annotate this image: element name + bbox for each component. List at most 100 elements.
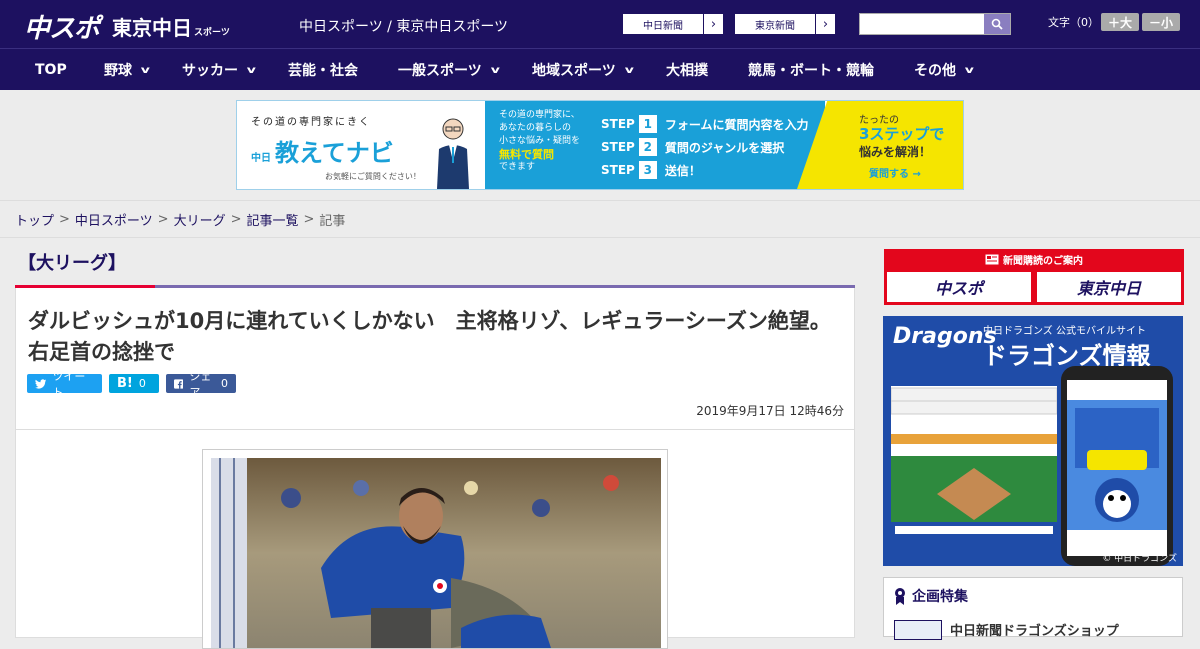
dragons-mobile-banner[interactable]: Dragons 中日ドラゴンズ 公式モバイルサイト ドラゴンズ情報 © 中日ドラ… <box>883 316 1183 566</box>
chevron-down-icon: v <box>490 64 500 76</box>
advisor-illustration-icon <box>437 118 469 189</box>
oshiete-navi-banner[interactable]: その道の専門家にきく 中日 教えてナビ お気軽にご質問ください！ その道の専門家に… <box>236 100 964 190</box>
nav-item-entertainment[interactable]: 芸能・社会 <box>288 49 358 91</box>
baseball-trainer-photo <box>211 458 661 648</box>
step-word: STEP <box>601 163 635 177</box>
ad-mid-highlight: 無料で質問 <box>499 148 554 161</box>
top-bar: 中スポ 東京中日 スポーツ 中日スポーツ / 東京中日スポーツ 中日新聞 › 東京… <box>0 0 1200 48</box>
nav-item-local-sports[interactable]: 地域スポーツ v <box>532 49 634 91</box>
banner-area: その道の専門家にきく 中日 教えてナビ お気軽にご質問ください！ その道の専門家に… <box>0 90 1200 200</box>
search-icon <box>991 18 1003 30</box>
chevron-right-icon: › <box>703 14 723 34</box>
phone-illustration <box>1061 366 1173 566</box>
breadcrumb-separator: > <box>59 211 70 227</box>
chevron-down-icon: v <box>624 64 634 76</box>
tweet-label: ツイート <box>52 369 86 399</box>
ad-note: お気軽にご質問ください！ <box>325 172 421 181</box>
share-buttons: ツイート B! 0 シェア 0 <box>27 370 236 399</box>
search-input[interactable] <box>860 14 984 34</box>
ad-step: STEP 2 質問のジャンルを選択 <box>601 138 784 156</box>
nav-label: 大相撲 <box>666 63 708 79</box>
ad-brand: 中日 教えてナビ <box>251 133 394 168</box>
subscription-banner[interactable]: 新聞購読のご案内 中スポ 東京中日 <box>884 249 1184 305</box>
nav-item-other[interactable]: その他 v <box>914 49 974 91</box>
nav-label: その他 <box>914 63 956 79</box>
ad-right-line: 悩みを解消！ <box>859 145 932 159</box>
nav-item-sumo[interactable]: 大相撲 <box>666 49 708 91</box>
breadcrumb-link-chunichi-sports[interactable]: 中日スポーツ <box>75 210 153 229</box>
font-size-decrease-button[interactable]: －小 <box>1142 13 1180 31</box>
hatena-count: 0 <box>138 377 146 390</box>
subscribe-chuspo-button[interactable]: 中スポ <box>887 272 1031 302</box>
ad-right-line: 3ステップで <box>859 125 945 143</box>
step-label: 質問のジャンルを選択 <box>664 140 785 155</box>
ad-mid-line: できます <box>499 162 536 172</box>
ad-mid-line: 小さな悩み・疑問を <box>499 136 581 146</box>
facebook-icon <box>174 378 184 389</box>
step-word: STEP <box>601 140 635 154</box>
special-feature-title: 企画特集 <box>894 586 968 606</box>
ad-brand-prefix: 中日 <box>251 153 271 164</box>
chunichi-shimbun-link[interactable]: 中日新聞 › <box>622 13 724 35</box>
special-feature-title-text: 企画特集 <box>912 589 968 605</box>
twitter-bird-icon <box>35 378 47 389</box>
feature-thumbnail[interactable] <box>894 620 942 640</box>
subscription-title-text: 新聞購読のご案内 <box>1003 255 1083 267</box>
facebook-count: 0 <box>221 377 228 390</box>
paper-link-label: 中日新聞 <box>643 20 683 32</box>
step-number: 1 <box>638 115 657 133</box>
site-name: 中日スポーツ / 東京中日スポーツ <box>299 19 509 35</box>
chevron-down-icon: v <box>964 64 974 76</box>
ad-step: STEP 1 フォームに質問内容を入力 <box>601 115 808 133</box>
ad-tagline: その道の専門家にきく <box>251 117 371 128</box>
hatena-bookmark-button[interactable]: B! 0 <box>109 374 159 393</box>
ad-cta[interactable]: 質問する → <box>869 165 921 180</box>
article-headline: ダルビッシュが10月に連れていくしかない 主将格リゾ、レギュラーシーズン絶望。右… <box>28 309 831 364</box>
breadcrumb-separator: > <box>303 211 315 227</box>
nav-label: 競馬・ボート・競輪 <box>748 63 874 79</box>
font-size-increase-button[interactable]: ＋大 <box>1101 13 1139 31</box>
nav-item-baseball[interactable]: 野球 v <box>104 49 150 91</box>
nav-label: 芸能・社会 <box>288 63 358 79</box>
ad-brand-text: 教えてナビ <box>275 139 394 167</box>
search-button[interactable] <box>984 14 1010 34</box>
paper-link-label: 東京新聞 <box>755 20 795 32</box>
chevron-down-icon: v <box>140 64 150 76</box>
newspaper-icon <box>985 254 999 264</box>
article-photo[interactable] <box>211 458 661 648</box>
breadcrumb-link-mlb[interactable]: 大リーグ <box>174 210 226 229</box>
breadcrumb-link-top[interactable]: トップ <box>15 210 54 229</box>
search-box <box>859 13 1011 35</box>
step-word: STEP <box>601 117 635 131</box>
category-label[interactable]: 【大リーグ】 <box>18 249 126 275</box>
nav-item-racing[interactable]: 競馬・ボート・競輪 <box>748 49 874 91</box>
subscribe-tokyo-button[interactable]: 東京中日 <box>1037 272 1181 302</box>
ad-left-panel: その道の専門家にきく 中日 教えてナビ お気軽にご質問ください！ <box>237 101 485 189</box>
article-photo-frame <box>202 449 668 649</box>
nav-item-soccer[interactable]: サッカー v <box>182 49 256 91</box>
nav-label: 地域スポーツ <box>532 63 616 79</box>
nav-item-top[interactable]: TOP <box>35 49 67 91</box>
facebook-label: シェア <box>189 369 212 399</box>
nav-label: 一般スポーツ <box>398 63 482 79</box>
chevron-down-icon: v <box>246 64 256 76</box>
step-label: 送信！ <box>664 163 701 178</box>
tokyo-shimbun-link[interactable]: 東京新聞 › <box>734 13 836 35</box>
facebook-share-button[interactable]: シェア 0 <box>166 370 236 399</box>
nav-label: 野球 <box>104 63 132 79</box>
breadcrumb-link-article-list[interactable]: 記事一覧 <box>247 210 299 229</box>
article-card: ダルビッシュが10月に連れていくしかない 主将格リゾ、レギュラーシーズン絶望。右… <box>15 288 855 649</box>
ribbon-icon <box>895 588 905 605</box>
ad-step: STEP 3 送信！ <box>601 161 701 179</box>
dragons-mascot-icon <box>1067 380 1167 556</box>
breadcrumb-current: 記事 <box>319 213 346 229</box>
breadcrumb-separator: > <box>157 211 169 227</box>
tokyo-chunichi-logo[interactable]: 東京中日 スポーツ <box>112 12 230 41</box>
ad-mid-panel: その道の専門家に、 あなたの暮らしの 小さな悩み・疑問を 無料で質問 できます … <box>485 101 825 189</box>
dragons-logo: Dragons <box>893 324 997 349</box>
tweet-button[interactable]: ツイート <box>27 370 102 399</box>
dragons-subtitle: 中日ドラゴンズ 公式モバイルサイト <box>983 326 1146 337</box>
subscription-title: 新聞購読のご案内 <box>884 249 1184 269</box>
chuspo-logo[interactable]: 中スポ <box>24 8 100 45</box>
nav-item-general-sports[interactable]: 一般スポーツ v <box>398 49 500 91</box>
